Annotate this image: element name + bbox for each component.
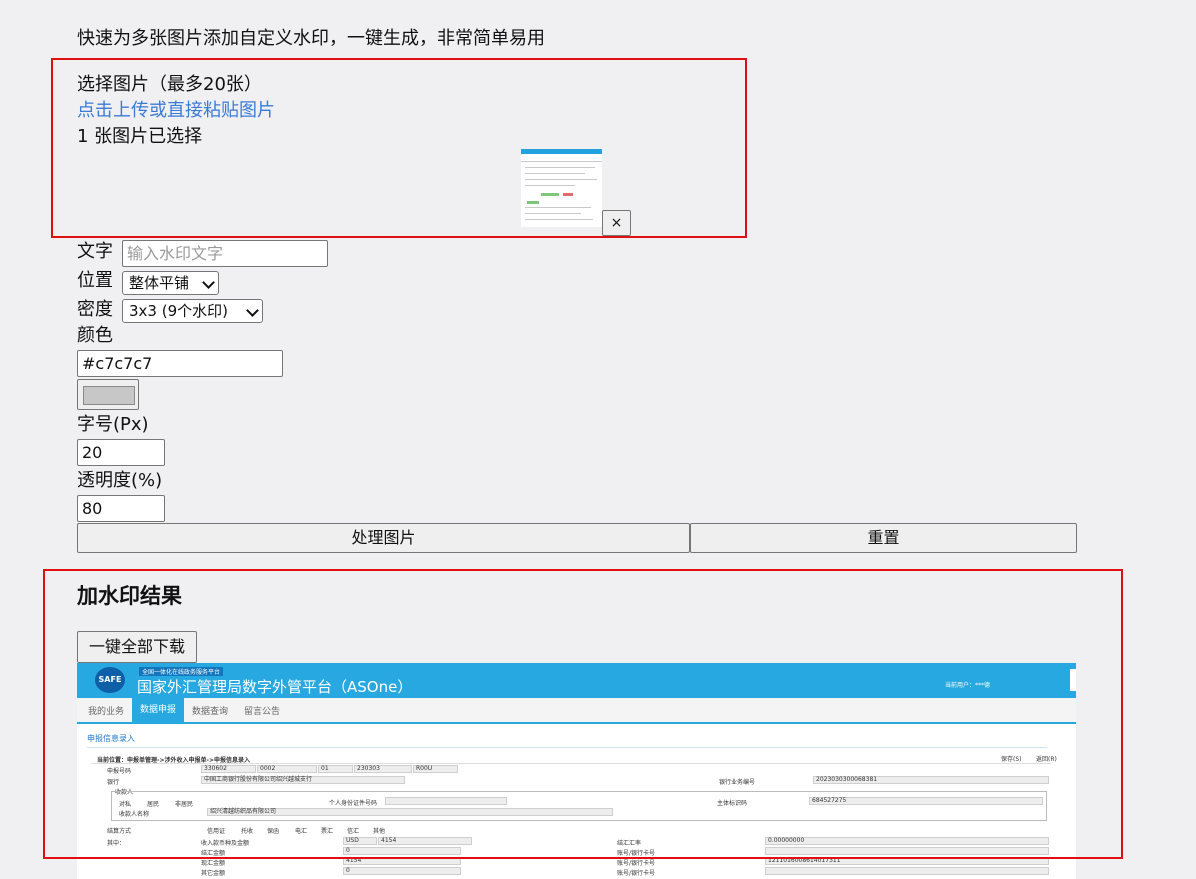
density-select[interactable]: 3x3 (9个水印) — [122, 299, 263, 323]
preview-value: 0 — [343, 867, 461, 875]
text-label: 文字 — [77, 241, 113, 262]
selected-count: 1 张图片已选择 — [77, 126, 203, 147]
opacity-label: 透明度(%) — [77, 470, 163, 491]
watermark-text-input[interactable] — [122, 240, 328, 267]
color-label: 颜色 — [77, 325, 113, 346]
color-swatch — [83, 386, 135, 405]
position-select-value: 整体平铺 — [129, 274, 190, 292]
density-label: 密度 — [77, 299, 113, 320]
font-size-input[interactable] — [77, 439, 165, 466]
reset-button[interactable]: 重置 — [690, 523, 1077, 553]
preview-label: 现汇金额 — [201, 860, 226, 867]
position-label: 位置 — [77, 270, 113, 291]
remove-image-button[interactable]: × — [602, 210, 631, 236]
opacity-input[interactable] — [77, 495, 165, 522]
density-select-value: 3x3 (9个水印) — [129, 302, 228, 320]
preview-label: 其它金额 — [201, 870, 226, 877]
upload-link[interactable]: 点击上传或直接粘贴图片 — [77, 98, 275, 124]
color-hex-input[interactable] — [77, 350, 283, 377]
chevron-down-icon — [246, 304, 259, 317]
process-button[interactable]: 处理图片 — [77, 523, 690, 553]
intro-text: 快速为多张图片添加自定义水印，一键生成，非常简单易用 — [77, 28, 545, 49]
preview-label: 账号/银行卡号 — [617, 870, 656, 877]
image-thumbnail[interactable] — [521, 149, 602, 227]
font-size-label: 字号(Px) — [77, 414, 149, 435]
color-picker-button[interactable] — [77, 379, 139, 410]
upload-label: 选择图片（最多20张） — [77, 74, 262, 95]
position-select[interactable]: 整体平铺 — [122, 271, 219, 295]
chevron-down-icon — [202, 276, 215, 289]
preview-label: 账号/银行卡号 — [617, 860, 656, 867]
result-highlight — [43, 569, 1123, 859]
